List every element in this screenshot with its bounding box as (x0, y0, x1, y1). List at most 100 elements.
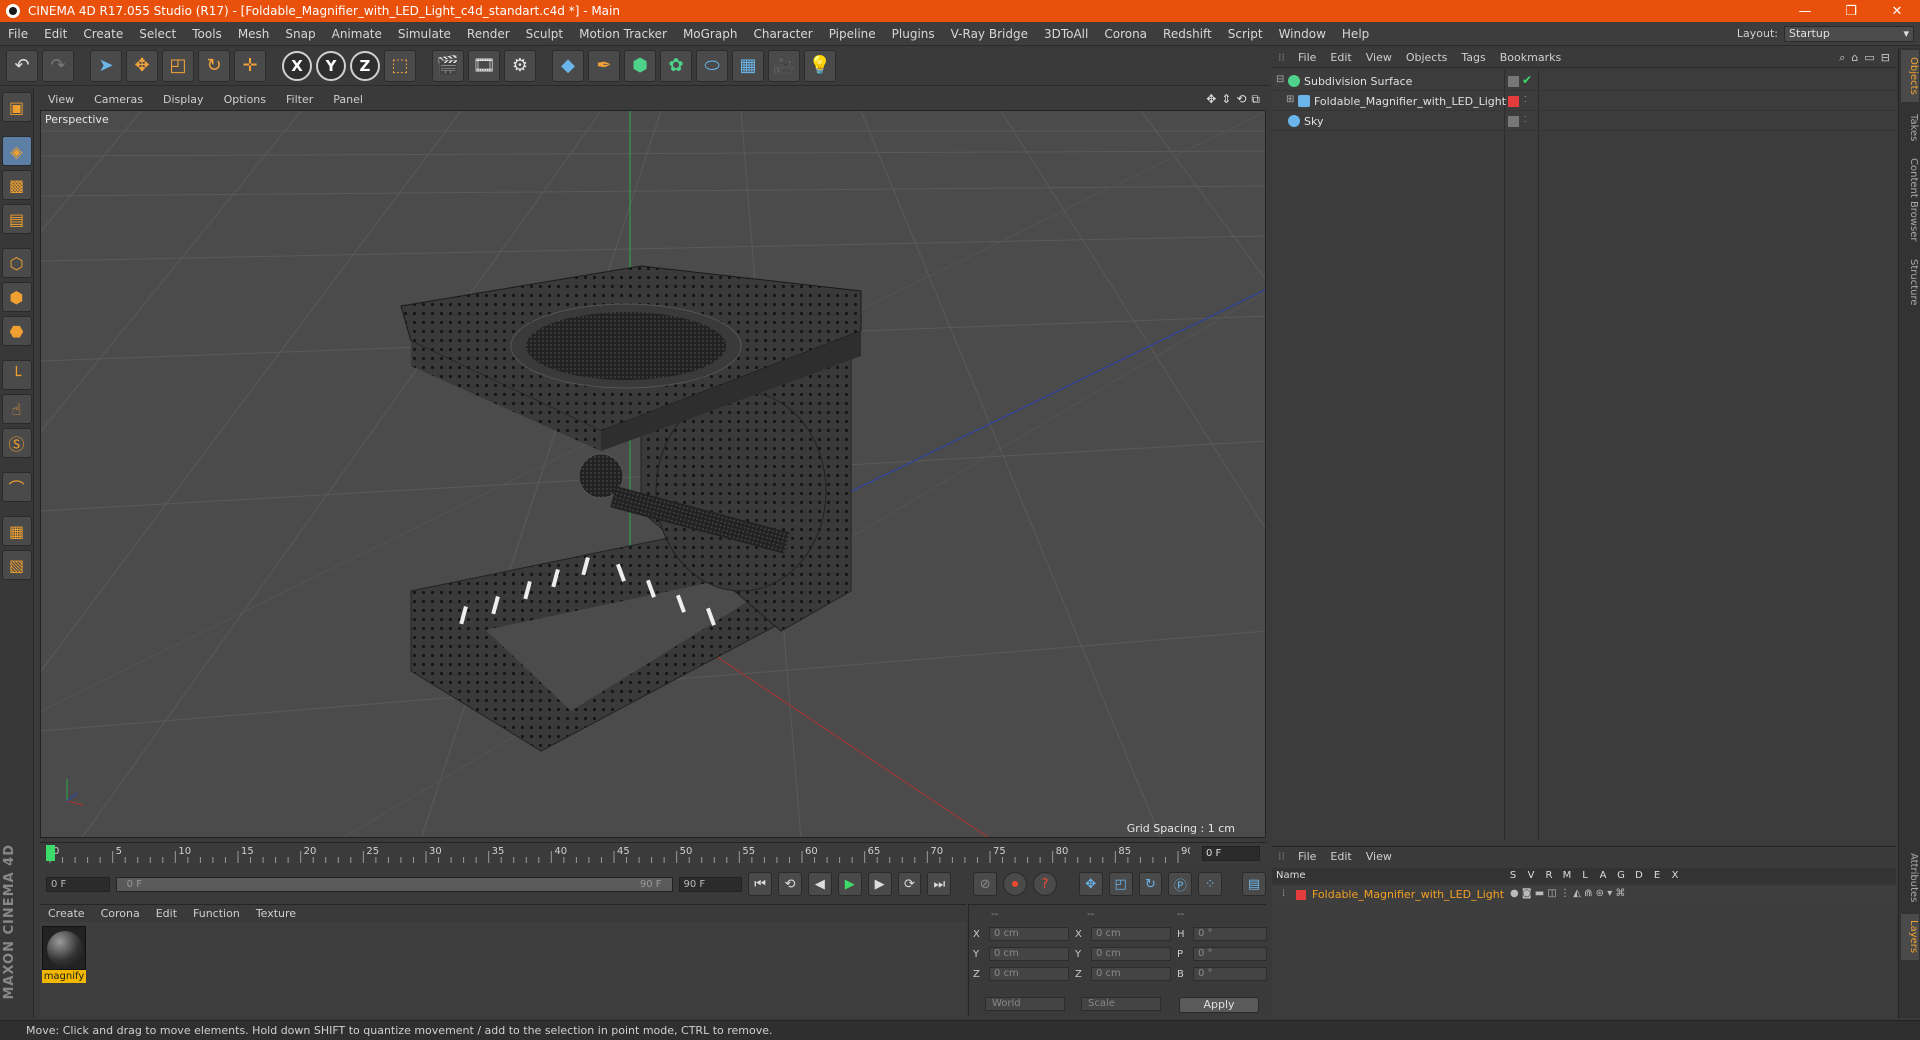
layer-col-render[interactable]: R (1543, 870, 1555, 881)
layer-col-manager[interactable]: M (1561, 870, 1573, 881)
layer-col-solo[interactable]: S (1507, 870, 1519, 881)
playhead[interactable] (46, 845, 55, 861)
edges-mode-icon[interactable]: ⬢ (1, 282, 32, 312)
material-name[interactable]: magnify (42, 970, 86, 983)
tab-content-browser[interactable]: Content Browser (1901, 152, 1919, 248)
snapping-icon[interactable]: ⌒ (1, 472, 32, 502)
go-to-end-icon[interactable]: ⏭ (927, 872, 952, 896)
menu-window[interactable]: Window (1271, 27, 1334, 41)
previous-frame-icon[interactable]: ◀ (807, 872, 832, 896)
menu-corona[interactable]: Corona (1096, 27, 1155, 41)
x-axis-icon[interactable]: X (282, 50, 312, 81)
menu-edit[interactable]: Edit (36, 27, 75, 41)
enabled-check-icon[interactable]: ✔ (1522, 73, 1532, 87)
axis-mode-icon[interactable]: └ (1, 360, 32, 390)
object-menu-objects[interactable]: Objects (1399, 51, 1455, 64)
object-menu-edit[interactable]: Edit (1323, 51, 1358, 64)
material-menu-function[interactable]: Function (185, 907, 248, 920)
tab-attributes[interactable]: Attributes (1901, 846, 1919, 910)
make-editable-icon[interactable]: ▣ (1, 92, 32, 122)
collapse-icon[interactable]: ▭ (1864, 51, 1874, 65)
recent-tool-icon[interactable]: ✛ (234, 49, 266, 82)
coordinate-system-icon[interactable]: ⬚ (384, 49, 416, 82)
tab-takes[interactable]: Takes (1901, 108, 1919, 148)
size-x-field[interactable]: 0 cm (1091, 927, 1171, 941)
next-key-icon[interactable]: ⟳ (897, 872, 922, 896)
key-pla-icon[interactable]: ⁘ (1198, 872, 1223, 896)
menu-select[interactable]: Select (131, 27, 184, 41)
viewport-menu-filter[interactable]: Filter (276, 93, 323, 106)
minimize-button[interactable]: — (1782, 4, 1828, 19)
menu-help[interactable]: Help (1334, 27, 1377, 41)
menu-file[interactable]: File (0, 27, 36, 41)
workplane-lock-icon[interactable]: ▦ (1, 516, 32, 546)
layer-col-locked[interactable]: L (1579, 870, 1591, 881)
live-selection-icon[interactable]: ➤ (90, 49, 122, 82)
material-menu-texture[interactable]: Texture (248, 907, 304, 920)
layer-menu-view[interactable]: View (1359, 850, 1399, 863)
key-position-icon[interactable]: ✥ (1078, 872, 1103, 896)
layer-menu-edit[interactable]: Edit (1323, 850, 1358, 863)
layer-col-xref[interactable]: X (1669, 870, 1681, 881)
collapse-toggle-icon[interactable]: ⊟ (1276, 74, 1284, 85)
size-z-field[interactable]: 0 cm (1091, 967, 1171, 981)
timeline-frame-field[interactable]: 0 F (1202, 846, 1260, 861)
rotation-b-field[interactable]: 0 ° (1193, 967, 1267, 981)
rotate-tool-icon[interactable]: ↻ (198, 49, 230, 82)
menu-redshift[interactable]: Redshift (1155, 27, 1220, 41)
menu-tools[interactable]: Tools (184, 27, 230, 41)
undo-icon[interactable]: ↶ (6, 49, 38, 82)
tab-layers[interactable]: Layers (1901, 914, 1919, 960)
menu-script[interactable]: Script (1220, 27, 1271, 41)
camera-icon[interactable]: 🎥 (768, 49, 800, 82)
key-rotation-icon[interactable]: ↻ (1138, 872, 1163, 896)
start-frame-field[interactable]: 0 F (46, 876, 110, 892)
tab-structure[interactable]: Structure (1901, 252, 1919, 312)
object-row-sky[interactable]: Sky ⁚ (1272, 112, 1896, 131)
object-row-subdivision-surface[interactable]: ⊟ Subdivision Surface ✔ (1272, 72, 1896, 91)
restore-button[interactable]: ❐ (1828, 4, 1874, 19)
end-frame-field[interactable]: 90 F (678, 876, 743, 892)
light-icon[interactable]: 💡 (804, 49, 836, 82)
layer-row[interactable]: ⁞ Foldable_Magnifier_with_LED_Light ● ◙ … (1272, 886, 1896, 904)
layer-col-generators[interactable]: G (1615, 870, 1627, 881)
viewport-menu-cameras[interactable]: Cameras (84, 93, 153, 106)
keyframe-selection-icon[interactable]: ⊘ (973, 872, 998, 896)
timeline-window-icon[interactable]: ▤ (1242, 872, 1267, 896)
layer-name[interactable]: Foldable_Magnifier_with_LED_Light (1312, 888, 1504, 901)
texture-mode-icon[interactable]: ▩ (1, 170, 32, 200)
material-menu-edit[interactable]: Edit (148, 907, 185, 920)
layer-col-name[interactable]: Name (1276, 870, 1306, 881)
home-icon[interactable]: ⌂ (1851, 51, 1858, 65)
visibility-dots-icon[interactable]: ⁚ (1524, 95, 1527, 104)
deformer-icon[interactable]: ⬭ (696, 49, 728, 82)
viewport-menu-display[interactable]: Display (153, 93, 214, 106)
polygons-mode-icon[interactable]: ⬣ (1, 316, 32, 346)
floor-icon[interactable]: ▦ (732, 49, 764, 82)
tweak-mode-icon[interactable]: ☝ (1, 394, 32, 424)
menu-3dtoall[interactable]: 3DToAll (1036, 27, 1096, 41)
move-tool-icon[interactable]: ✥ (126, 49, 158, 82)
layer-flag-icons[interactable]: ● ◙ ▬ ◫ ⋮ ◭ ⋒ ⊛ ▾ ⌘ (1510, 888, 1625, 899)
layer-col-animation[interactable]: A (1597, 870, 1609, 881)
object-menu-tags[interactable]: Tags (1454, 51, 1492, 64)
preview-range-slider[interactable]: 0 F 90 F (115, 876, 673, 892)
menu-render[interactable]: Render (459, 27, 518, 41)
panel-grip-icon[interactable]: ⁞⁞ (1272, 850, 1291, 863)
model-mode-icon[interactable]: ◈ (1, 136, 32, 166)
visibility-toggle-icon[interactable] (1508, 116, 1519, 127)
autokey-icon[interactable]: ? (1033, 872, 1057, 896)
magnifier-model[interactable] (400, 265, 862, 752)
apply-button[interactable]: Apply (1179, 997, 1259, 1013)
material-menu-corona[interactable]: Corona (93, 907, 148, 920)
maximize-view-icon[interactable]: ⧉ (1251, 92, 1260, 107)
solo-mode-icon[interactable]: Ⓢ (1, 428, 32, 458)
position-z-field[interactable]: 0 cm (989, 967, 1069, 981)
render-picture-viewer-icon[interactable]: 🎞 (468, 49, 500, 82)
viewport-menu-options[interactable]: Options (214, 93, 276, 106)
close-button[interactable]: ✕ (1874, 4, 1920, 19)
menu-mograph[interactable]: MoGraph (675, 27, 746, 41)
subdivision-surface-icon[interactable]: ⬢ (624, 49, 656, 82)
object-menu-view[interactable]: View (1359, 51, 1399, 64)
go-to-start-icon[interactable]: ⏮ (748, 872, 773, 896)
